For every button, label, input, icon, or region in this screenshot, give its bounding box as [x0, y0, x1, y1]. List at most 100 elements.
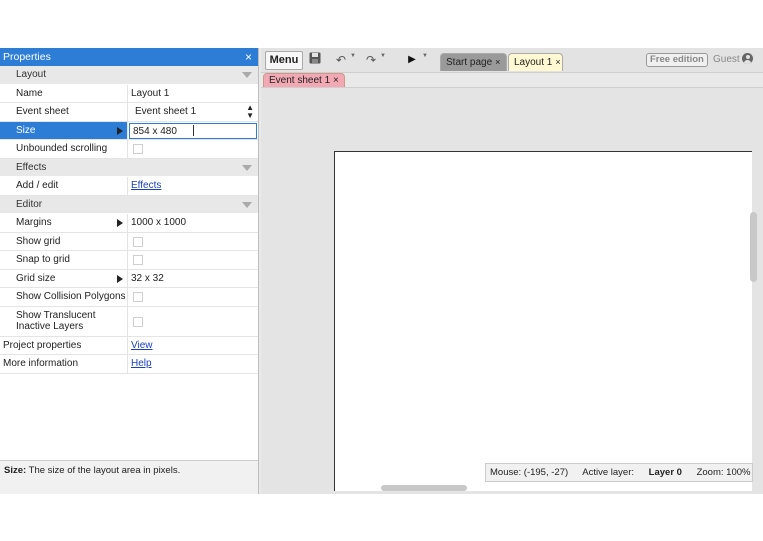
section-effects[interactable]: Effects: [0, 158, 258, 177]
vertical-scrollbar[interactable]: [750, 212, 757, 282]
property-row-size[interactable]: Size: [0, 121, 258, 140]
property-label: Unbounded scrolling: [0, 140, 128, 158]
help-link[interactable]: Help: [131, 358, 152, 369]
property-grid: Layout Name Layout 1 Event sheet Event s…: [0, 66, 258, 374]
property-value-cell: [128, 251, 258, 269]
layout-area[interactable]: [334, 151, 752, 491]
user-icon[interactable]: [742, 53, 753, 64]
section-effects-label: Effects: [16, 161, 47, 173]
event-sheet-select[interactable]: Event sheet 1 ▲ ▼: [131, 104, 256, 120]
property-value[interactable]: 32 x 32: [128, 270, 258, 288]
property-value[interactable]: Layout 1: [128, 85, 258, 103]
property-row-show-grid[interactable]: Show grid: [0, 232, 258, 251]
horizontal-scrollbar[interactable]: [381, 485, 467, 491]
guest-label[interactable]: Guest: [713, 54, 740, 65]
property-label: Snap to grid: [0, 251, 128, 269]
property-label: More information: [0, 355, 128, 373]
menu-button[interactable]: Menu: [265, 51, 303, 70]
app-window: Properties × Layout Name Layout 1 Event …: [0, 48, 763, 494]
collapse-arrow-icon[interactable]: [242, 201, 252, 208]
property-row-unbounded-scrolling[interactable]: Unbounded scrolling: [0, 140, 258, 159]
property-value-cell: [128, 140, 258, 158]
property-row-name[interactable]: Name Layout 1: [0, 84, 258, 103]
property-row-event-sheet[interactable]: Event sheet Event sheet 1 ▲ ▼: [0, 103, 258, 122]
snap-to-grid-checkbox[interactable]: [133, 255, 143, 265]
properties-title-bar: Properties ×: [0, 48, 258, 66]
mouse-position: Mouse: (-195, -27): [490, 467, 569, 478]
collapse-arrow-icon[interactable]: [242, 164, 252, 171]
property-label: Add / edit: [0, 177, 128, 195]
tab-layout-1-label: Layout 1: [514, 57, 553, 68]
property-row-add-edit[interactable]: Add / edit Effects: [0, 177, 258, 196]
property-row-show-collision-polygons[interactable]: Show Collision Polygons: [0, 288, 258, 307]
run-dropdown-caret-icon[interactable]: ▼: [422, 53, 428, 59]
layout-canvas[interactable]: Mouse: (-195, -27) Active layer: Layer 0…: [261, 87, 763, 494]
undo-dropdown-caret-icon[interactable]: ▼: [350, 53, 356, 59]
text-cursor-icon: [193, 124, 194, 136]
property-label: Name: [0, 84, 128, 102]
property-label: Grid size: [0, 269, 128, 287]
expand-arrow-icon[interactable]: [117, 274, 123, 283]
property-row-more-information[interactable]: More information Help: [0, 355, 258, 374]
save-icon[interactable]: [307, 52, 323, 68]
active-layer-label: Active layer:: [582, 467, 635, 478]
properties-panel: Properties × Layout Name Layout 1 Event …: [0, 48, 259, 494]
main-toolbar: Menu ↶ ▼ ↷ ▼ ▶ ▼ Start page × Layout 1 × F…: [261, 48, 763, 73]
effects-link[interactable]: Effects: [131, 180, 161, 191]
property-value-cell: Effects: [128, 177, 258, 195]
sub-tab-bar: Event sheet 1 ×: [261, 73, 763, 87]
collapse-arrow-icon[interactable]: [242, 72, 252, 78]
help-text: The size of the layout area in pixels.: [28, 465, 181, 476]
undo-icon[interactable]: ↶: [333, 52, 349, 68]
close-tab-icon[interactable]: ×: [495, 57, 500, 67]
property-label: Size: [0, 121, 128, 139]
free-edition-badge[interactable]: Free edition: [646, 53, 708, 67]
show-translucent-checkbox[interactable]: [133, 316, 143, 327]
close-tab-icon[interactable]: ×: [333, 75, 339, 86]
property-row-snap-to-grid[interactable]: Snap to grid: [0, 251, 258, 270]
property-row-show-translucent[interactable]: Show Translucent Inactive Layers: [0, 306, 258, 337]
size-label: Size: [16, 124, 36, 136]
property-label: Margins: [0, 214, 128, 232]
redo-icon[interactable]: ↷: [363, 52, 379, 68]
select-arrows-icon: ▲ ▼: [246, 103, 254, 120]
tab-layout-1[interactable]: Layout 1 ×: [508, 53, 563, 71]
property-value-cell: Event sheet 1 ▲ ▼: [128, 103, 258, 121]
status-bar: Mouse: (-195, -27) Active layer: Layer 0…: [485, 463, 753, 482]
zoom-level: Zoom: 100%: [696, 467, 751, 478]
unbounded-scrolling-checkbox[interactable]: [133, 144, 143, 154]
property-value-cell: View: [128, 337, 258, 355]
section-editor-label: Editor: [16, 198, 43, 210]
redo-dropdown-caret-icon[interactable]: ▼: [380, 53, 386, 59]
property-row-margins[interactable]: Margins 1000 x 1000: [0, 214, 258, 233]
show-grid-checkbox[interactable]: [133, 236, 143, 247]
expand-arrow-icon[interactable]: [117, 219, 123, 227]
property-value-cell: [128, 288, 258, 306]
property-value-cell: [128, 307, 258, 336]
active-layer: Active layer: Layer 0: [582, 467, 682, 478]
expand-arrow-icon[interactable]: [117, 126, 123, 135]
tab-event-sheet-1[interactable]: Event sheet 1 ×: [263, 73, 345, 87]
tab-start-page-label: Start page: [446, 57, 493, 68]
show-collision-checkbox[interactable]: [133, 292, 143, 302]
property-label: Show Translucent Inactive Layers: [0, 306, 128, 336]
property-value[interactable]: 1000 x 1000: [128, 214, 258, 232]
close-tab-icon[interactable]: ×: [555, 57, 560, 67]
property-label: Event sheet: [0, 103, 128, 121]
section-layout[interactable]: Layout: [0, 66, 258, 85]
grid-size-label: Grid size: [16, 272, 56, 284]
run-icon[interactable]: ▶: [404, 52, 420, 68]
active-layer-value: Layer 0: [648, 467, 682, 478]
section-editor[interactable]: Editor: [0, 195, 258, 214]
view-link[interactable]: View: [131, 340, 153, 351]
close-icon[interactable]: ×: [245, 48, 252, 66]
tab-event-sheet-label: Event sheet 1: [269, 75, 331, 86]
property-label: Show grid: [0, 232, 128, 250]
property-row-project-properties[interactable]: Project properties View: [0, 336, 258, 355]
property-value-cell: [128, 233, 258, 251]
property-value-cell: [128, 122, 258, 139]
properties-title: Properties: [3, 51, 51, 63]
property-row-grid-size[interactable]: Grid size 32 x 32: [0, 269, 258, 288]
tab-start-page[interactable]: Start page ×: [440, 53, 507, 71]
property-label: Show Collision Polygons: [0, 288, 128, 306]
